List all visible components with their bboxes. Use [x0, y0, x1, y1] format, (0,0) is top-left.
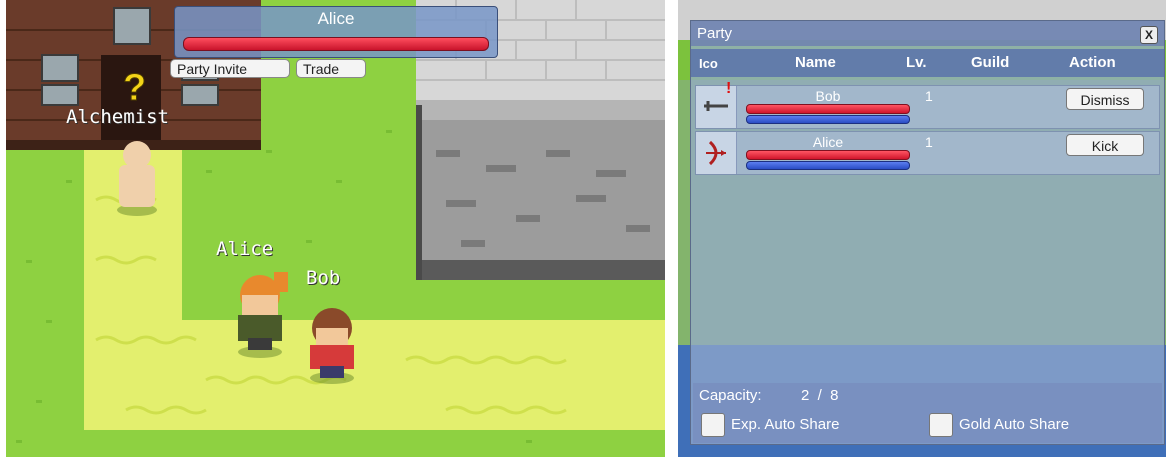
exp-auto-share-checkbox[interactable] [701, 413, 725, 437]
target-health-bar [183, 37, 489, 51]
gold-auto-share-label: Gold Auto Share [959, 416, 1070, 433]
leader-mark-icon: ! [726, 80, 732, 97]
game-view-right: Party X Ico Name Lv. Guild Action ! Bob … [678, 0, 1166, 457]
party-footer: Capacity: 2 / 8 Exp. Auto Share Gold Aut… [693, 383, 1162, 443]
column-header-action: Action [1069, 54, 1116, 71]
party-member-row[interactable]: ! Bob 1 Dismiss [695, 80, 1160, 129]
member-hp-bar [746, 150, 910, 160]
game-view-left: ? Alchemist Alice Bob Alice Party Invite… [6, 0, 665, 457]
party-window: Party X Ico Name Lv. Guild Action ! Bob … [690, 20, 1165, 445]
party-table-header: Ico Name Lv. Guild Action [691, 49, 1164, 77]
capacity-value: 2 / 8 [801, 387, 839, 404]
member-hp-bar [746, 104, 910, 114]
column-header-name: Name [795, 54, 836, 71]
dismiss-button[interactable]: Dismiss [1066, 88, 1144, 110]
player-name-alice: Alice [216, 238, 274, 260]
member-mp-bar [746, 161, 910, 170]
party-window-title: Party [697, 25, 733, 42]
quest-marker-icon: ? [123, 67, 146, 109]
trade-button[interactable]: Trade [296, 59, 366, 78]
party-invite-button[interactable]: Party Invite [170, 59, 290, 78]
column-header-level: Lv. [906, 54, 927, 71]
member-level: 1 [925, 88, 933, 104]
capacity-label: Capacity: [699, 387, 762, 404]
member-mp-bar [746, 115, 910, 124]
bow-icon [696, 132, 737, 174]
column-header-guild: Guild [971, 54, 1010, 71]
column-header-icon: Ico [699, 56, 718, 71]
target-frame: Alice [174, 6, 498, 58]
target-name: Alice [317, 9, 355, 28]
player-name-bob: Bob [306, 267, 341, 289]
member-level: 1 [925, 134, 933, 150]
npc-name-label: Alchemist [66, 106, 169, 128]
party-titlebar[interactable]: Party X [691, 21, 1164, 46]
member-name: Bob [815, 88, 841, 104]
party-member-row[interactable]: Alice 1 Kick [695, 131, 1160, 175]
member-name: Alice [812, 134, 844, 150]
gold-auto-share-checkbox[interactable] [929, 413, 953, 437]
close-button[interactable]: X [1140, 26, 1158, 44]
kick-button[interactable]: Kick [1066, 134, 1144, 156]
exp-auto-share-label: Exp. Auto Share [731, 416, 840, 433]
